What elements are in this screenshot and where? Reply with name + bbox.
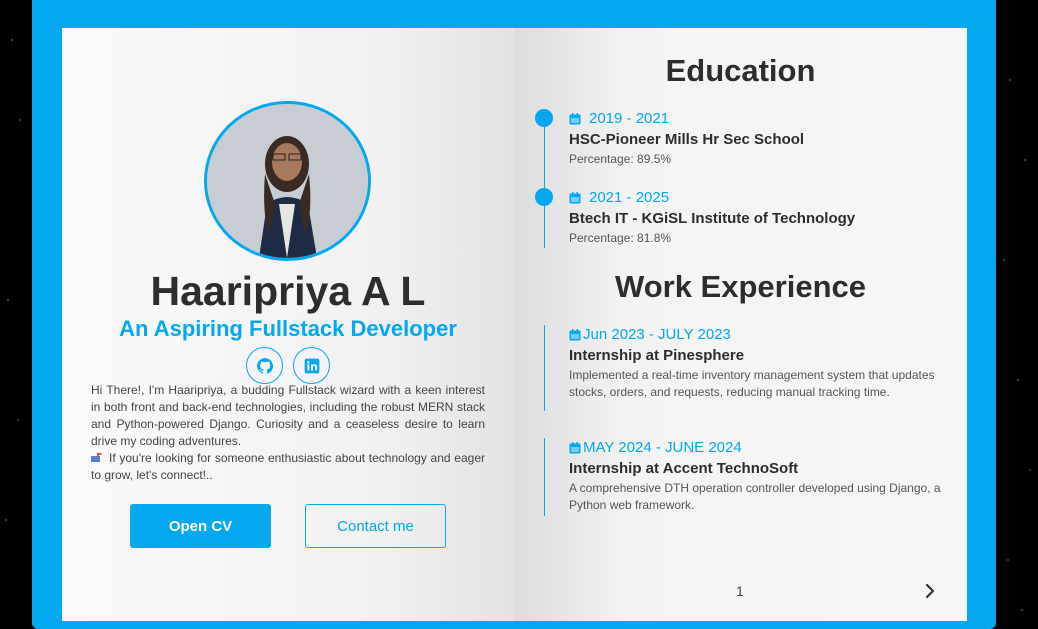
work-date: MAY 2024 - JUNE 2024 xyxy=(583,439,742,456)
work-description: Implemented a real-time inventory manage… xyxy=(569,368,935,399)
calendar-icon xyxy=(569,328,581,340)
education-date-row: 2019 - 2021 xyxy=(569,110,804,127)
profile-name: Haaripriya A L xyxy=(150,268,426,314)
linkedin-icon xyxy=(304,358,319,373)
education-date: 2019 - 2021 xyxy=(589,110,670,127)
education-date: 2021 - 2025 xyxy=(589,189,670,206)
page-number: 1 xyxy=(736,583,744,599)
work-company: Internship at Pinesphere xyxy=(569,347,745,364)
chevron-right-icon xyxy=(925,583,935,599)
bio-paragraph-contact: If you're looking for someone enthusiast… xyxy=(91,450,485,484)
work-item: MAY 2024 - JUNE 2024 Internship at Accen… xyxy=(569,439,949,514)
linkedin-link[interactable] xyxy=(293,347,330,384)
avatar xyxy=(204,101,371,261)
calendar-icon xyxy=(569,441,581,453)
profile-photo xyxy=(207,104,368,258)
next-page-button[interactable] xyxy=(920,581,940,601)
education-title: Education xyxy=(665,53,816,88)
work-timeline xyxy=(544,325,545,411)
timeline-dot xyxy=(535,109,553,127)
github-link[interactable] xyxy=(246,347,283,384)
right-page: Education 2019 - 2021 HSC-Pioneer Mills … xyxy=(514,28,967,621)
work-item: Jun 2023 - JULY 2023 Internship at Pines… xyxy=(569,326,949,401)
bio-paragraph: Hi There!, I'm Haaripriya, a budding Ful… xyxy=(91,383,485,448)
education-school: HSC-Pioneer Mills Hr Sec School xyxy=(569,131,805,148)
work-description: A comprehensive DTH operation controller… xyxy=(569,481,941,512)
work-date: Jun 2023 - JULY 2023 xyxy=(583,326,731,343)
timeline-dot xyxy=(535,188,553,206)
education-date-row: 2021 - 2025 xyxy=(569,189,855,206)
calendar-icon xyxy=(569,112,581,124)
education-percentage: Percentage: 81.8% xyxy=(569,231,672,245)
education-school: Btech IT - KGiSL Institute of Technology xyxy=(569,210,856,227)
left-page: Haaripriya A L An Aspiring Fullstack Dev… xyxy=(62,28,514,621)
profile-role: An Aspiring Fullstack Developer xyxy=(119,316,457,341)
bio-contact-text: If you're looking for someone enthusiast… xyxy=(91,451,485,482)
bio-text: Hi There!, I'm Haaripriya, a budding Ful… xyxy=(91,382,485,484)
education-item: 2021 - 2025 Btech IT - KGiSL Institute o… xyxy=(569,189,855,247)
work-date-row: Jun 2023 - JULY 2023 xyxy=(569,326,949,343)
open-cv-button[interactable]: Open CV xyxy=(130,504,271,548)
contact-me-button[interactable]: Contact me xyxy=(305,504,446,548)
calendar-icon xyxy=(569,191,581,203)
education-percentage: Percentage: 89.5% xyxy=(569,152,672,166)
github-icon xyxy=(256,357,273,374)
mailbox-icon xyxy=(91,453,102,462)
work-timeline xyxy=(544,438,545,516)
education-timeline xyxy=(544,118,545,248)
education-item: 2019 - 2021 HSC-Pioneer Mills Hr Sec Sch… xyxy=(569,110,804,168)
work-date-row: MAY 2024 - JUNE 2024 xyxy=(569,439,949,456)
work-experience-title: Work Experience xyxy=(615,269,866,304)
work-company: Internship at Accent TechnoSoft xyxy=(569,460,799,477)
